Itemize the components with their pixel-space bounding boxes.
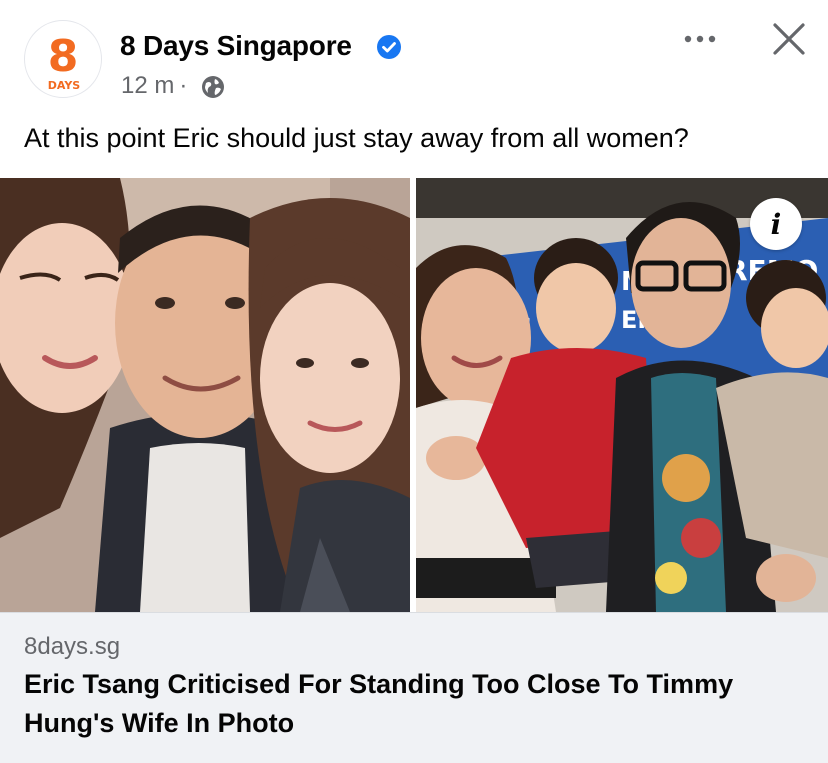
8days-logo: 8 DAYS — [48, 31, 81, 92]
more-options-icon[interactable] — [680, 24, 720, 54]
link-headline[interactable]: Eric Tsang Criticised For Standing Too C… — [24, 665, 814, 743]
meta-separator: · — [179, 72, 188, 99]
link-preview-card[interactable]: 8days.sg Eric Tsang Criticised For Stand… — [0, 612, 828, 763]
logo-label: DAYS — [48, 79, 81, 92]
globe-icon — [202, 76, 224, 98]
logo-number: 8 — [48, 31, 79, 82]
link-domain: 8days.sg — [24, 633, 121, 660]
photo-grid[interactable]: N REMO C ENT — [0, 178, 828, 612]
photo-left[interactable] — [0, 178, 410, 612]
verified-badge-icon — [377, 35, 401, 59]
post-timestamp[interactable]: 12 m — [121, 72, 174, 99]
page-avatar[interactable]: 8 DAYS — [24, 20, 102, 98]
selfie-photo — [0, 178, 410, 612]
info-icon[interactable]: i — [750, 198, 802, 250]
post-meta: 12 m · — [121, 72, 192, 100]
post-caption: At this point Eric should just stay away… — [24, 123, 689, 153]
post-header: 8 DAYS 8 Days Singapore 12 m · — [0, 0, 828, 112]
page-name-link[interactable]: 8 Days Singapore — [120, 30, 352, 62]
close-icon[interactable] — [770, 20, 808, 58]
